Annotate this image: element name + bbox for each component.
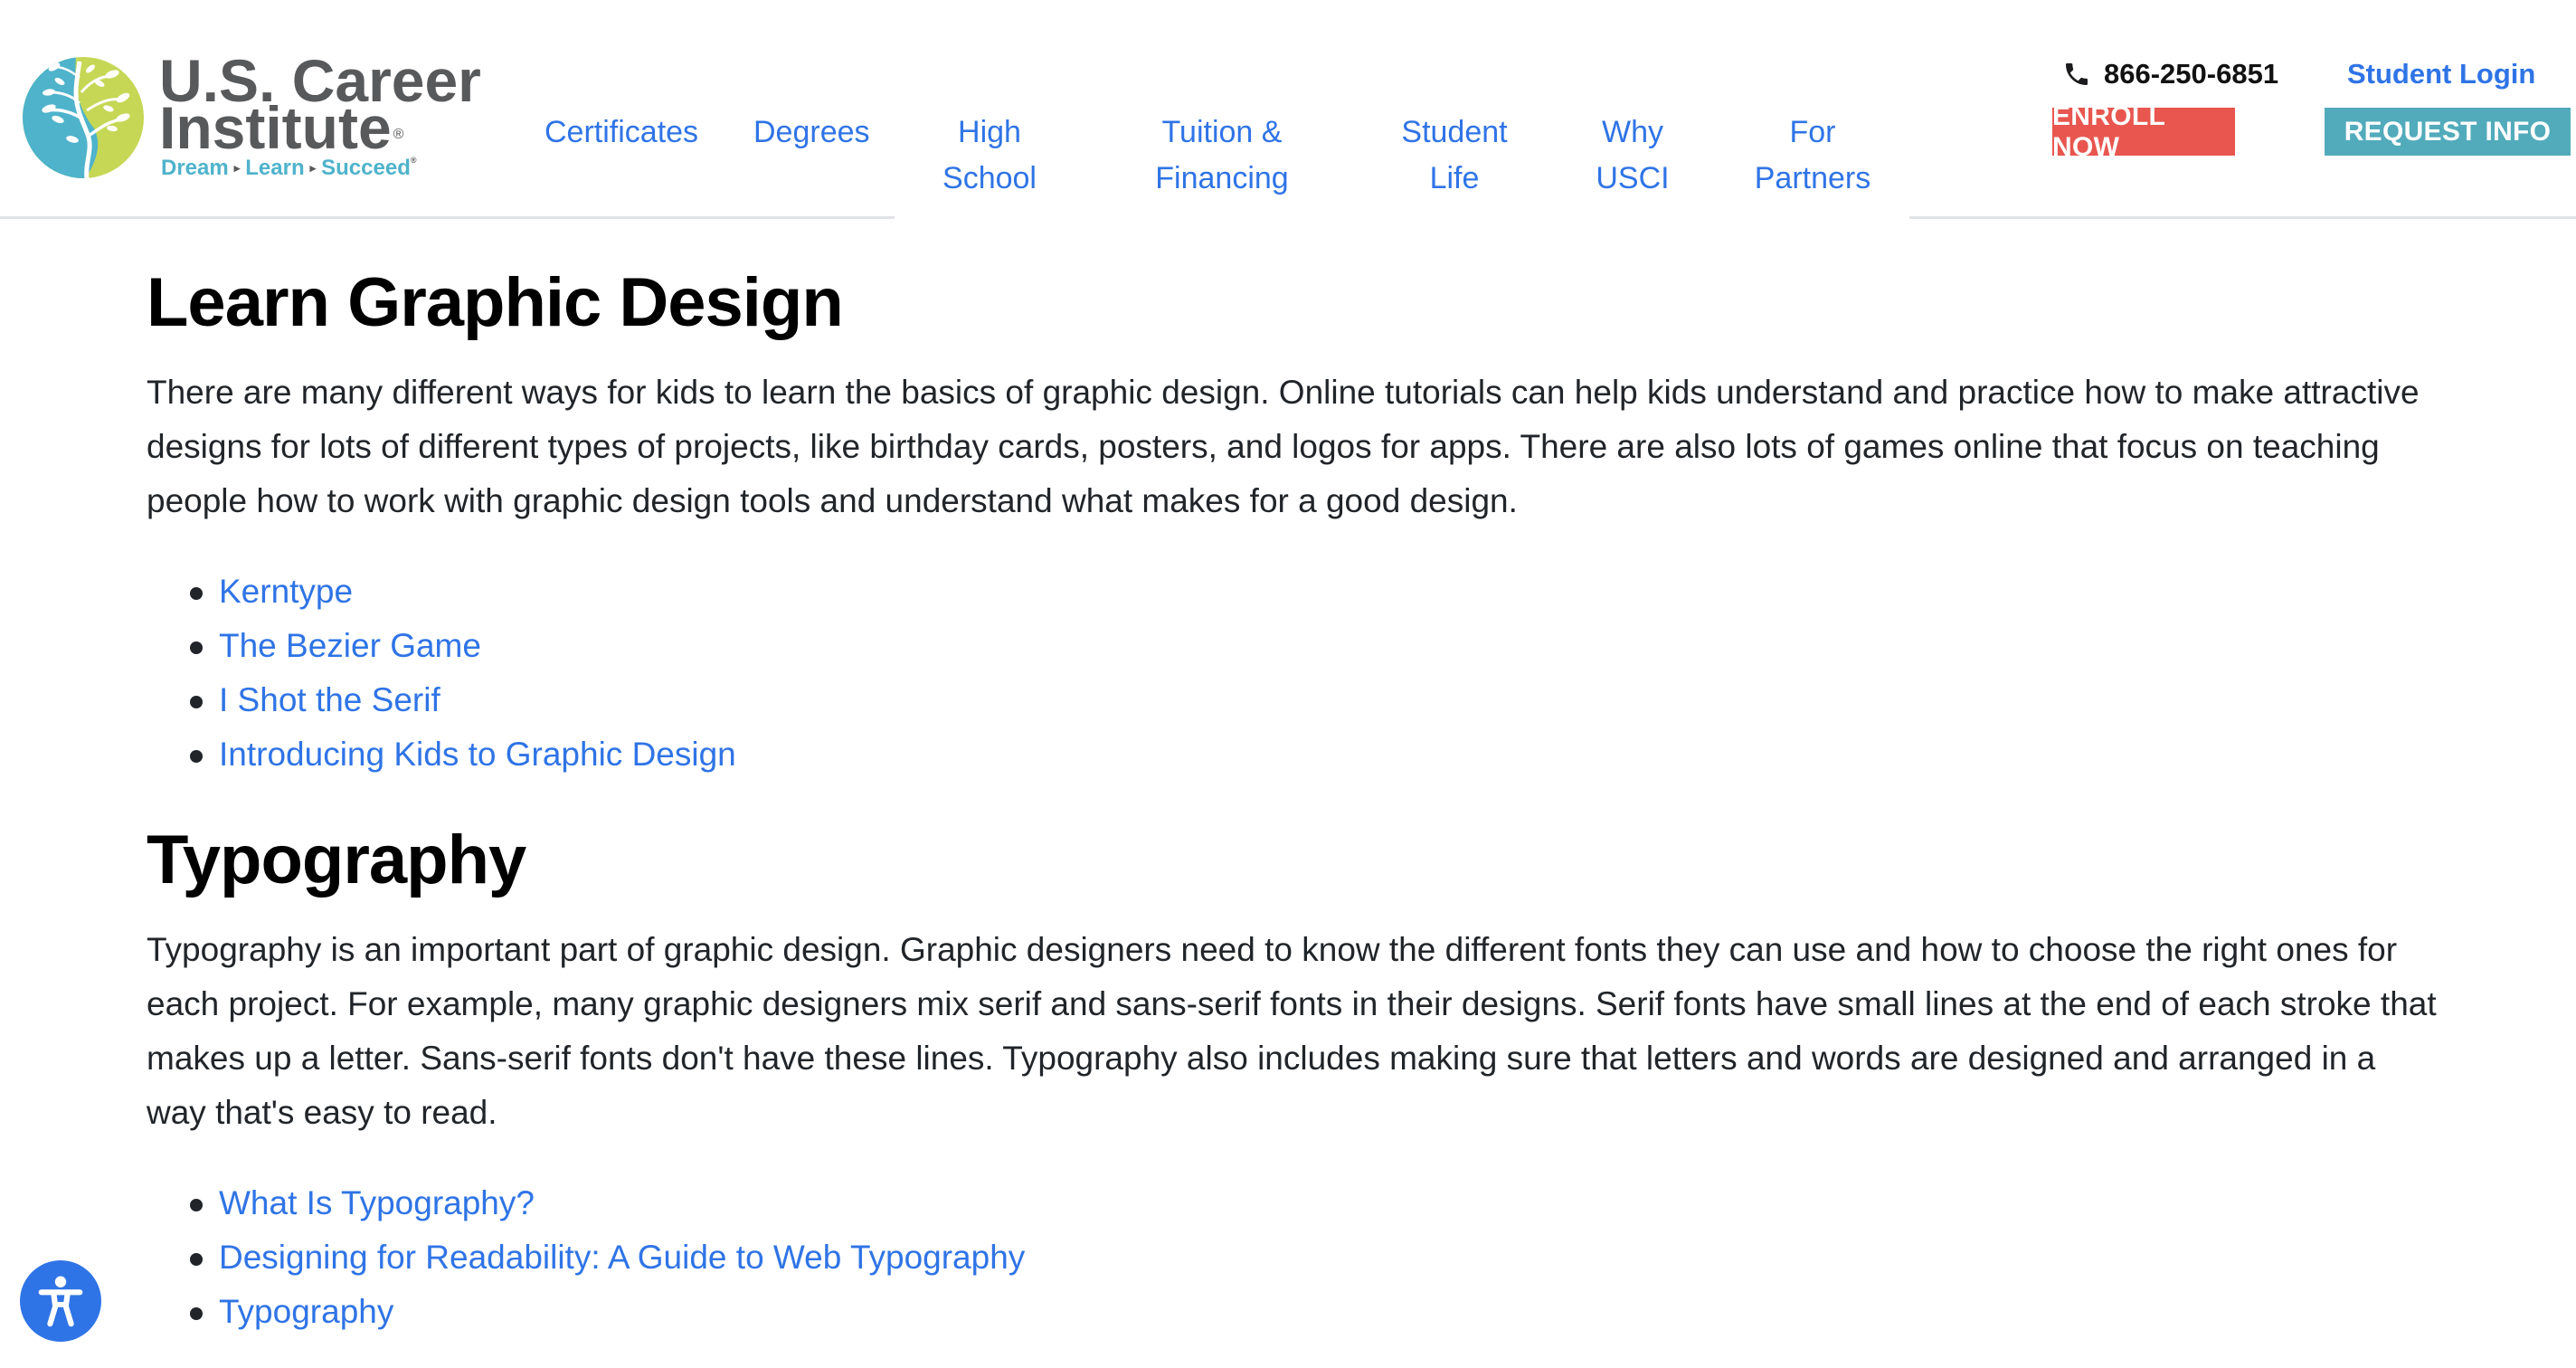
resource-list-typography: What Is Typography? Designing for Readab… (147, 1176, 1025, 1339)
bullet-icon (190, 750, 203, 763)
logo-tagline: Dream ▸ Learn ▸ Succeed® (161, 156, 417, 181)
list-item: Introducing Kids to Graphic Design (147, 727, 736, 782)
chevron-right-icon: ▸ (309, 161, 317, 175)
chevron-right-icon: ▸ (233, 161, 241, 175)
resource-link-typography[interactable]: Typography (219, 1293, 393, 1330)
logo-text-line2: Institute ® (159, 94, 404, 161)
enroll-now-button[interactable]: ENROLL NOW (2052, 101, 2235, 162)
tagline-succeed: Succeed (321, 156, 411, 180)
resource-link-designing-for-readability[interactable]: Designing for Readability: A Guide to We… (219, 1239, 1025, 1276)
section-paragraph-learn-graphic-design: There are many different ways for kids t… (147, 374, 2420, 519)
list-item: I Shot the Serif (147, 673, 736, 727)
bullet-icon (190, 1307, 203, 1320)
phone-number[interactable]: 866-250-6851 (2062, 56, 2278, 92)
tagline-learn: Learn (245, 156, 305, 180)
logo-tree-icon (23, 57, 144, 178)
phone-icon (2066, 63, 2088, 85)
registered-mark: ® (393, 127, 404, 142)
nav-item-tuition-financing[interactable]: Tuition & Financing (1147, 109, 1297, 202)
section-heading-learn-graphic-design: Learn Graphic Design (147, 264, 844, 341)
list-item: Kerntype (147, 565, 736, 619)
resource-link-bezier-game[interactable]: The Bezier Game (219, 627, 481, 664)
resource-link-introducing-kids[interactable]: Introducing Kids to Graphic Design (219, 736, 736, 773)
resource-list-graphic-design: Kerntype The Bezier Game I Shot the Seri… (147, 565, 736, 782)
bullet-icon (190, 696, 203, 708)
bullet-icon (190, 587, 203, 600)
nav-item-degrees[interactable]: Degrees (753, 109, 870, 156)
section-paragraph-typography: Typography is an important part of graph… (147, 931, 2437, 1131)
phone-number-text: 866-250-6851 (2104, 58, 2279, 90)
tagline-dream: Dream (161, 156, 229, 180)
registered-mark: ® (410, 156, 417, 165)
list-item: Typography (147, 1285, 1025, 1339)
resource-link-kerntype[interactable]: Kerntype (219, 573, 353, 610)
list-item: The Bezier Game (147, 619, 736, 673)
bullet-icon (190, 1199, 203, 1211)
site-logo[interactable]: U.S. Career Institute ® Dream ▸ Learn ▸ Succe… (22, 51, 483, 186)
accessibility-button[interactable] (20, 1260, 101, 1342)
list-item: What Is Typography? (147, 1176, 1025, 1230)
section-heading-typography: Typography (147, 822, 526, 898)
bullet-icon (190, 641, 203, 654)
nav-item-for-partners[interactable]: For Partners (1749, 109, 1876, 202)
bullet-icon (190, 1253, 203, 1266)
list-item: Designing for Readability: A Guide to We… (147, 1230, 1025, 1285)
resource-link-what-is-typography[interactable]: What Is Typography? (219, 1184, 535, 1221)
nav-dropdown-panel-edge (895, 214, 1909, 223)
nav-item-why-usci[interactable]: Why USCI (1592, 109, 1673, 202)
accessibility-icon (38, 1276, 83, 1327)
resource-link-i-shot-the-serif[interactable]: I Shot the Serif (219, 681, 440, 718)
nav-item-certificates[interactable]: Certificates (545, 109, 698, 156)
student-login-link[interactable]: Student Login (2347, 56, 2535, 92)
nav-item-high-school[interactable]: High School (932, 109, 1047, 202)
request-info-button[interactable]: REQUEST INFO (2325, 108, 2571, 156)
site-header: U.S. Career Institute ® Dream ▸ Learn ▸ Succe… (0, 0, 2576, 219)
nav-item-student-life[interactable]: Student Life (1395, 109, 1514, 202)
